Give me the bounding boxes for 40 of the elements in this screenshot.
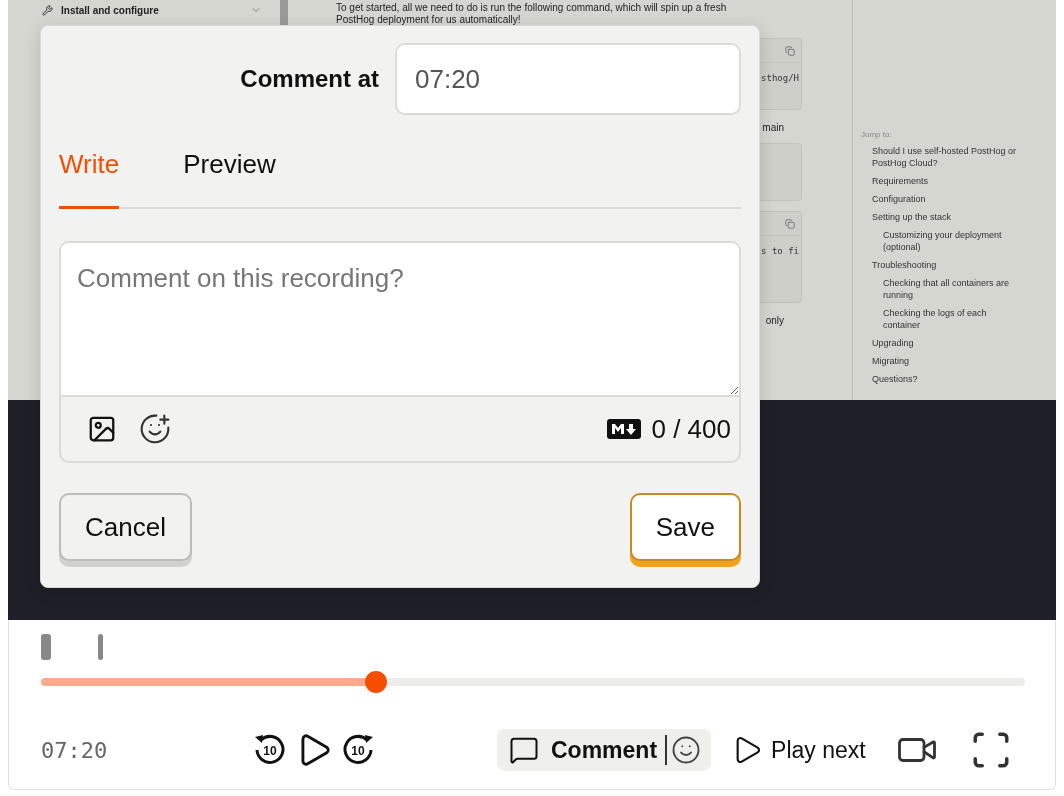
- doc-text: PostHog deployment for us automatically!: [336, 13, 522, 27]
- toc-title: Jump to:: [861, 130, 893, 139]
- comment-field[interactable]: Comment on this recording?: [61, 243, 739, 397]
- toc-link[interactable]: Should I use self-hosted PostHog or PostHog Cloud?: [872, 145, 1026, 169]
- current-time: 07:20: [41, 737, 109, 763]
- toc-link[interactable]: Questions?: [872, 373, 1026, 385]
- doc-text: main: [762, 122, 784, 133]
- doc-text: only: [765, 315, 784, 326]
- doc-text: To get started, all we need to do is run the following command, which will spin up a fresh: [336, 1, 728, 15]
- toc-link[interactable]: Checking the logs of each container: [883, 307, 1026, 331]
- comment-button[interactable]: Comment: [509, 735, 668, 765]
- emoji-button[interactable]: [671, 735, 702, 765]
- toc-link[interactable]: Configuration: [872, 193, 1026, 205]
- toc-link[interactable]: Troubleshooting: [872, 259, 1026, 271]
- skip-forward-button[interactable]: 10: [339, 731, 377, 769]
- copy-icon[interactable]: [785, 45, 795, 56]
- toc-link[interactable]: Upgrading: [872, 337, 1026, 349]
- time-field[interactable]: 07:20: [395, 43, 741, 115]
- event-marker[interactable]: [41, 634, 51, 660]
- sidebar-item[interactable]: Install and configure: [61, 4, 242, 16]
- code-text: s to fi: [761, 245, 800, 256]
- image-icon[interactable]: [87, 414, 117, 444]
- speech-bubble-icon: [509, 735, 539, 765]
- add-emoji-icon[interactable]: [139, 413, 171, 445]
- code-text: sthog/H: [761, 72, 800, 83]
- toc-link[interactable]: Checking that all containers are running: [883, 277, 1026, 301]
- play-next-button[interactable]: Play next: [725, 733, 872, 767]
- toc-link[interactable]: Setting up the stack: [872, 211, 1026, 223]
- skip-back-button[interactable]: 10: [251, 731, 289, 769]
- event-marker[interactable]: [98, 634, 103, 660]
- editor-tab[interactable]: Preview: [183, 149, 276, 209]
- toc-link[interactable]: Requirements: [872, 175, 1026, 187]
- comment-at-label: Comment at: [240, 65, 379, 93]
- character-counter: 0 / 400: [651, 413, 731, 445]
- toc-link[interactable]: Migrating: [872, 355, 1026, 367]
- markdown-icon: [607, 419, 642, 439]
- copy-icon[interactable]: [785, 218, 795, 229]
- progress-thumb[interactable]: [364, 671, 387, 693]
- wrench-icon: [42, 4, 53, 16]
- toc-link[interactable]: Customizing your deployment (optional): [883, 229, 1026, 253]
